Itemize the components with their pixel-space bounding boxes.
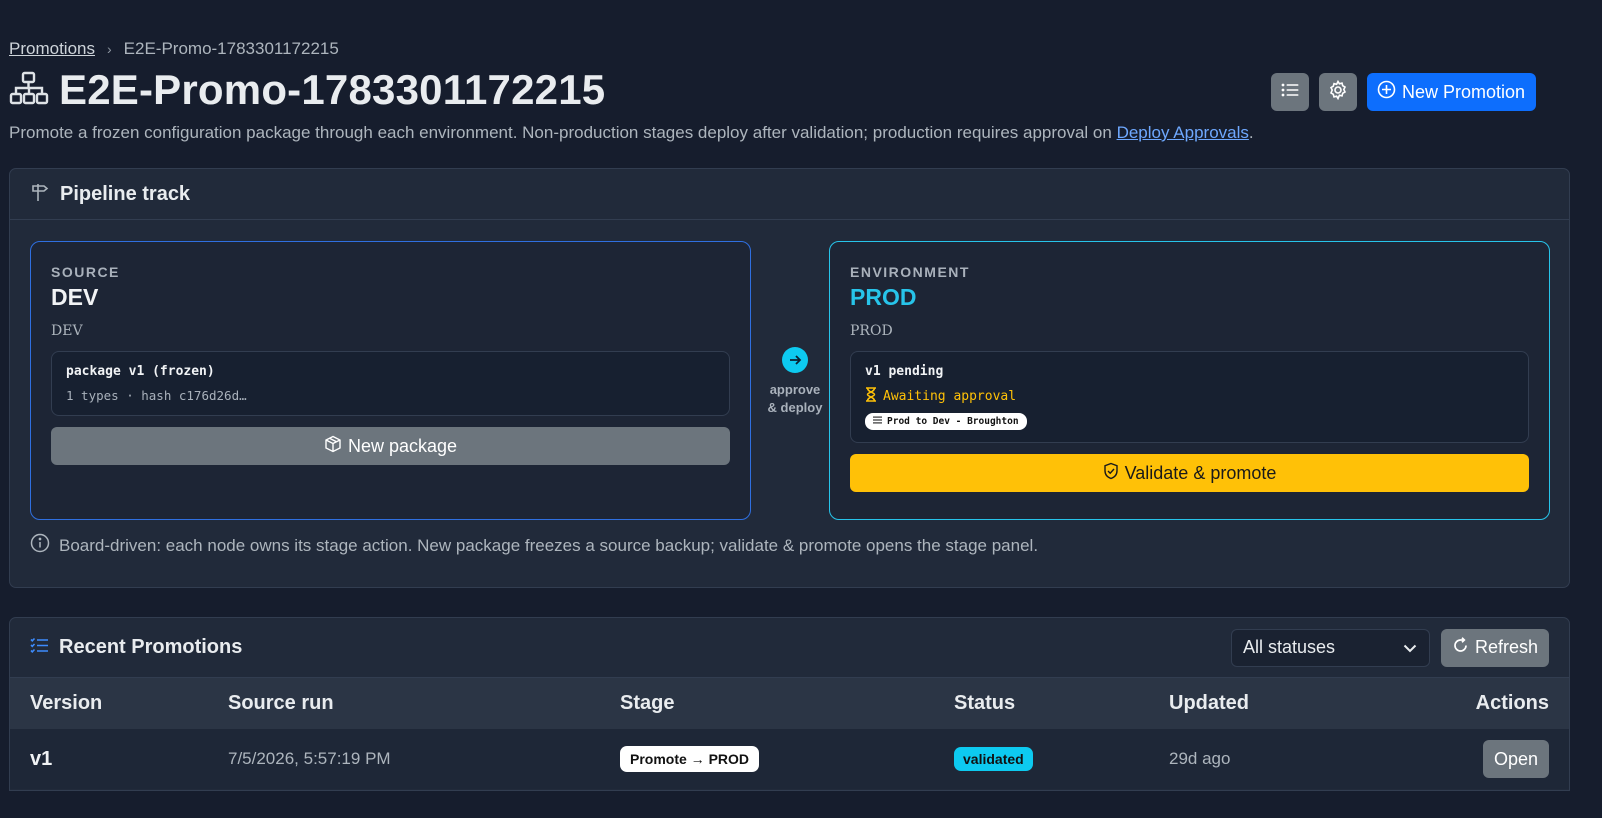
environment-tag: Prod to Dev - Broughton (865, 413, 1027, 430)
column-updated: Updated (1169, 692, 1249, 714)
breadcrumb: Promotions › E2E-Promo-1783301172215 (9, 39, 339, 59)
open-button[interactable]: Open (1482, 740, 1549, 778)
pipeline-track-header: Pipeline track (10, 169, 1569, 220)
deploy-approvals-link[interactable]: Deploy Approvals (1117, 123, 1249, 142)
pipeline-hint-text: Board-driven: each node owns its stage a… (59, 535, 1039, 555)
new-promotion-label: New Promotion (1401, 81, 1525, 102)
source-sub: DEV (51, 323, 83, 339)
new-package-button[interactable]: New package (51, 427, 730, 465)
row-source-run: 7/5/2026, 5:57:19 PM (228, 749, 391, 768)
pipeline-track-card: Pipeline track SOURCE DEV DEV package v1… (9, 168, 1570, 588)
source-kicker: SOURCE (51, 264, 120, 280)
settings-button[interactable] (1318, 73, 1357, 111)
connector-label-line2: & deploy (767, 400, 823, 415)
list-icon (1281, 82, 1299, 103)
hourglass-icon (865, 387, 877, 406)
page-description-text: Promote a frozen configuration package t… (9, 123, 1117, 142)
shield-check-icon (1103, 462, 1119, 485)
package-meta: 1 types · hash c176d26d… (66, 388, 247, 403)
table-row: v1 7/5/2026, 5:57:19 PM Promote → PROD v… (10, 729, 1569, 789)
box-icon (324, 435, 342, 458)
row-updated: 29d ago (1169, 749, 1231, 768)
column-source-run: Source run (228, 692, 334, 714)
page-title: E2E-Promo-1783301172215 (59, 66, 606, 113)
info-circle-icon (30, 533, 50, 558)
source-name: DEV (51, 284, 99, 310)
refresh-icon (1452, 636, 1469, 659)
chevron-down-icon (1403, 637, 1417, 658)
refresh-button[interactable]: Refresh (1440, 628, 1549, 667)
environment-sub: PROD (850, 323, 893, 339)
pipeline-hint: Board-driven: each node owns its stage a… (30, 533, 1038, 558)
row-actions-cell: Open (1369, 729, 1569, 789)
page-title-row: E2E-Promo-1783301172215 (9, 66, 605, 114)
gear-icon (1328, 79, 1348, 105)
status-badge: validated (954, 747, 1033, 771)
list-icon (873, 416, 882, 427)
recent-promotions-controls: All statuses Refresh (1230, 628, 1549, 667)
environment-kicker: ENVIRONMENT (850, 264, 970, 280)
chevron-right-icon: › (106, 41, 112, 57)
column-version: Version (30, 692, 103, 714)
validate-promote-button[interactable]: Validate & promote (850, 454, 1529, 492)
recent-promotions-table: Version Source run Stage Status Updated … (10, 678, 1569, 789)
recent-promotions-title-group: Recent Promotions (30, 636, 242, 659)
status-filter-select[interactable]: All statuses (1230, 628, 1430, 667)
list-check-icon (30, 637, 49, 658)
environment-status-box: v1 pending Awaiting approval Prod to Dev… (850, 351, 1529, 443)
list-view-button[interactable] (1270, 73, 1309, 111)
column-stage: Stage (620, 692, 675, 714)
environment-tag-label: Prod to Dev - Broughton (887, 416, 1019, 427)
pipeline-connector: approve & deploy (762, 347, 828, 417)
new-package-label: New package (347, 435, 458, 456)
source-package-box: package v1 (frozen) 1 types · hash c176d… (51, 351, 730, 416)
new-promotion-button[interactable]: New Promotion (1366, 73, 1536, 111)
breadcrumb-promotions-link[interactable]: Promotions (9, 39, 95, 59)
table-header-row: Version Source run Stage Status Updated … (10, 678, 1569, 729)
sitemap-icon (9, 71, 49, 110)
header-actions: New Promotion (1270, 73, 1536, 111)
environment-node: ENVIRONMENT PROD PROD v1 pending Awaitin… (829, 241, 1550, 520)
recent-promotions-header: Recent Promotions All statuses Refresh (10, 618, 1569, 678)
version-pending-line: v1 pending (865, 364, 944, 379)
refresh-label: Refresh (1474, 637, 1538, 657)
recent-promotions-title: Recent Promotions (59, 636, 243, 658)
recent-promotions-card: Recent Promotions All statuses Refresh V… (9, 617, 1570, 791)
awaiting-approval-line: Awaiting approval (865, 387, 1514, 406)
plus-circle-icon (1377, 80, 1396, 104)
connector-label-line1: approve (769, 382, 821, 397)
validate-promote-label: Validate & promote (1124, 462, 1277, 483)
stage-badge: Promote → PROD (620, 746, 760, 772)
row-version: v1 (30, 747, 53, 770)
page-description: Promote a frozen configuration package t… (9, 123, 1254, 143)
connector-label: approve & deploy (762, 381, 828, 417)
column-actions: Actions (1475, 692, 1549, 714)
pipeline-track-title: Pipeline track (60, 182, 191, 205)
row-status-cell: validated (934, 729, 1149, 789)
awaiting-approval-text: Awaiting approval (883, 389, 1017, 404)
page-description-end: . (1248, 123, 1254, 142)
source-node: SOURCE DEV DEV package v1 (frozen) 1 typ… (30, 241, 751, 520)
column-status: Status (954, 692, 1016, 714)
package-line: package v1 (frozen) (66, 364, 215, 379)
environment-name: PROD (850, 284, 917, 310)
arrow-right-icon (782, 347, 808, 373)
breadcrumb-current: E2E-Promo-1783301172215 (123, 39, 339, 58)
signpost-icon (30, 182, 50, 207)
row-stage-cell: Promote → PROD (600, 729, 934, 789)
status-filter-value: All statuses (1242, 637, 1336, 657)
